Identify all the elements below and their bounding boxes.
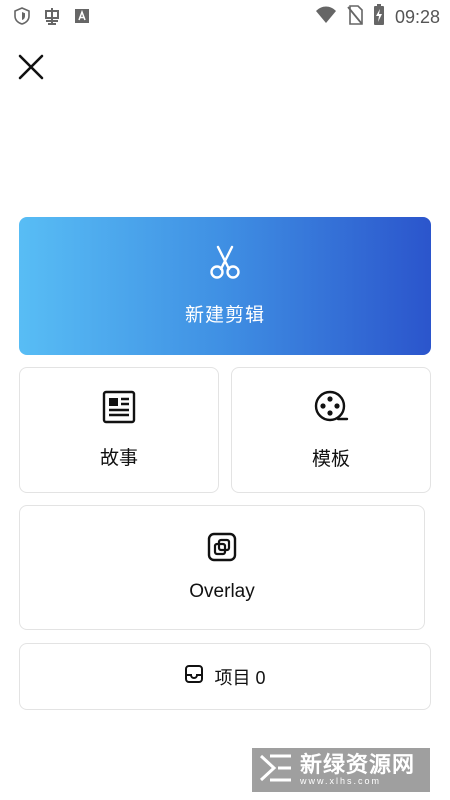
status-left-icons [14, 6, 90, 31]
overlay-icon [207, 532, 237, 567]
watermark-text: 新绿资源网 [300, 752, 416, 777]
close-button[interactable] [14, 52, 48, 86]
story-label: 故事 [99, 448, 138, 469]
watermark-sub: www.xlhs.com [300, 776, 382, 786]
shield-icon [14, 7, 30, 30]
projects-button[interactable]: 项目 0 [19, 643, 431, 710]
overlay-button[interactable]: Overlay [19, 505, 425, 630]
status-time: 09:28 [394, 7, 440, 27]
status-right-icons: 09:28 [315, 4, 440, 31]
battery-charging-icon [373, 4, 385, 31]
overlay-label: Overlay [189, 581, 255, 602]
new-edit-label: 新建剪辑 [184, 305, 265, 326]
font-a-icon [74, 8, 90, 29]
watermark-logo-icon [258, 750, 294, 791]
scissors-icon [207, 245, 243, 284]
new-edit-button[interactable]: 新建剪辑 [19, 217, 431, 355]
wifi-icon [315, 6, 337, 29]
article-icon [102, 390, 136, 429]
status-bar: 09:28 [0, 0, 450, 32]
inbox-icon [184, 664, 204, 689]
film-reel-icon [313, 389, 349, 430]
story-button[interactable]: 故事 [19, 367, 219, 493]
watermark: 新绿资源网 www.xlhs.com [252, 748, 430, 792]
bug-icon [42, 6, 62, 31]
close-icon [18, 54, 44, 85]
template-label: 模板 [311, 449, 350, 470]
no-sim-icon [347, 5, 363, 30]
template-button[interactable]: 模板 [231, 367, 431, 493]
projects-label: 项目 0 [214, 667, 266, 688]
